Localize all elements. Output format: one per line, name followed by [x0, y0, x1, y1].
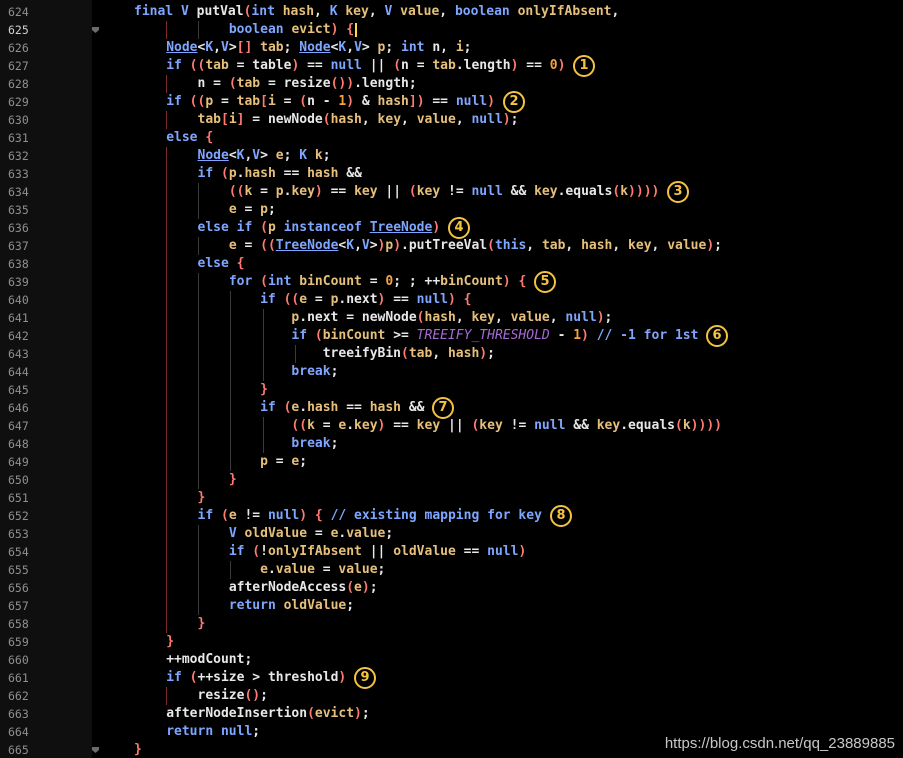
- line-number: 634: [8, 185, 29, 199]
- line-number-gutter: 624 625 626 627 628 629 630 631 632 633 634 635 636 6…: [0, 0, 99, 758]
- code-line[interactable]: resize();: [166, 687, 268, 705]
- line-number: 637: [8, 239, 29, 253]
- code-line[interactable]: if (binCount >= TREEIFY_THRESHOLD - 1) /…: [166, 327, 698, 345]
- line-number: 625: [8, 23, 29, 37]
- line-number: 633: [8, 167, 29, 181]
- code-line[interactable]: }: [166, 615, 206, 633]
- annotation-marker-7: 7: [432, 397, 454, 419]
- code-line[interactable]: treeifyBin(tab, hash);: [166, 345, 495, 363]
- line-number: 631: [8, 131, 29, 145]
- line-number: 663: [8, 707, 29, 721]
- code-line[interactable]: if (!onlyIfAbsent || oldValue == null): [166, 543, 526, 561]
- line-number: 624: [8, 5, 29, 19]
- annotation-marker-6: 6: [706, 325, 728, 347]
- code-line[interactable]: Node<K,V>[] tab; Node<K,V> p; int n, i;: [166, 39, 471, 57]
- line-number: 664: [8, 725, 29, 739]
- line-number: 665: [8, 743, 29, 757]
- fold-toggle-icon[interactable]: [92, 27, 99, 33]
- annotation-marker-4: 4: [448, 217, 470, 239]
- code-line[interactable]: p.next = newNode(hash, key, value, null)…: [166, 309, 612, 327]
- code-line[interactable]: }: [166, 489, 206, 507]
- line-number: 632: [8, 149, 29, 163]
- code-line[interactable]: e.value = value;: [166, 561, 385, 579]
- code-line[interactable]: }: [166, 471, 237, 489]
- code-line[interactable]: e = ((TreeNode<K,V>)p).putTreeVal(this, …: [166, 237, 722, 255]
- code-line[interactable]: afterNodeAccess(e);: [166, 579, 378, 597]
- code-line[interactable]: n = (tab = resize()).length;: [166, 75, 417, 93]
- line-number: 644: [8, 365, 29, 379]
- code-line[interactable]: tab[i] = newNode(hash, key, value, null)…: [166, 111, 519, 129]
- line-number: 630: [8, 113, 29, 127]
- code-line[interactable]: if ((e = p.next) == null) {: [166, 291, 471, 309]
- code-line[interactable]: if (e.hash == hash &&: [166, 399, 424, 417]
- code-line[interactable]: V oldValue = e.value;: [166, 525, 393, 543]
- code-line[interactable]: if (++size > threshold): [166, 669, 346, 687]
- line-number: 656: [8, 581, 29, 595]
- code-line[interactable]: else {: [166, 129, 213, 147]
- code-line[interactable]: }: [166, 381, 268, 399]
- code-line[interactable]: ((k = p.key) == key || (key != null && k…: [166, 183, 660, 201]
- code-line[interactable]: return null;: [166, 723, 260, 741]
- line-number: 659: [8, 635, 29, 649]
- code-line[interactable]: }: [166, 633, 174, 651]
- annotation-marker-2: 2: [503, 91, 525, 113]
- line-number: 645: [8, 383, 29, 397]
- code-editor[interactable]: 624 625 626 627 628 629 630 631 632 633 634 635 636 6…: [0, 0, 903, 758]
- code-line[interactable]: p = e;: [166, 453, 307, 471]
- line-number: 662: [8, 689, 29, 703]
- line-number: 658: [8, 617, 29, 631]
- code-line[interactable]: for (int binCount = 0; ; ++binCount) {: [166, 273, 526, 291]
- line-number: 639: [8, 275, 29, 289]
- code-line[interactable]: final V putVal(int hash, K key, V value,…: [134, 3, 619, 21]
- annotation-marker-3: 3: [667, 181, 689, 203]
- line-number: 641: [8, 311, 29, 325]
- code-line[interactable]: if ((p = tab[i = (n - 1) & hash]) == nul…: [166, 93, 495, 111]
- code-line[interactable]: break;: [166, 363, 338, 381]
- line-number: 653: [8, 527, 29, 541]
- line-number: 657: [8, 599, 29, 613]
- annotation-marker-8: 8: [550, 505, 572, 527]
- code-line[interactable]: if (p.hash == hash &&: [166, 165, 362, 183]
- line-number: 660: [8, 653, 29, 667]
- annotation-marker-1: 1: [573, 55, 595, 77]
- code-line[interactable]: }: [134, 741, 142, 758]
- annotation-marker-5: 5: [534, 271, 556, 293]
- code-line[interactable]: ++modCount;: [166, 651, 252, 669]
- line-number: 650: [8, 473, 29, 487]
- line-number: 648: [8, 437, 29, 451]
- code-line[interactable]: ((k = e.key) == key || (key != null && k…: [166, 417, 722, 435]
- line-number: 627: [8, 59, 29, 73]
- line-number: 661: [8, 671, 29, 685]
- code-line[interactable]: afterNodeInsertion(evict);: [166, 705, 370, 723]
- line-number: 636: [8, 221, 29, 235]
- line-number: 652: [8, 509, 29, 523]
- line-number: 651: [8, 491, 29, 505]
- code-line[interactable]: else if (p instanceof TreeNode): [166, 219, 441, 237]
- code-line[interactable]: Node<K,V> e; K k;: [166, 147, 331, 165]
- line-number: 642: [8, 329, 29, 343]
- code-line[interactable]: if (e != null) { // existing mapping for…: [166, 507, 542, 525]
- line-number: 628: [8, 77, 29, 91]
- line-number: 649: [8, 455, 29, 469]
- fold-toggle-icon[interactable]: [92, 747, 99, 753]
- code-line[interactable]: else {: [166, 255, 245, 273]
- code-line[interactable]: return oldValue;: [166, 597, 354, 615]
- code-line[interactable]: e = p;: [166, 201, 276, 219]
- annotation-marker-9: 9: [354, 667, 376, 689]
- line-number: 640: [8, 293, 29, 307]
- text-cursor: [355, 22, 358, 37]
- line-number: 646: [8, 401, 29, 415]
- line-number: 635: [8, 203, 29, 217]
- code-line[interactable]: if ((tab = table) == null || (n = tab.le…: [166, 57, 565, 75]
- line-number: 626: [8, 41, 29, 55]
- line-number: 655: [8, 563, 29, 577]
- line-number: 638: [8, 257, 29, 271]
- code-line[interactable]: break;: [166, 435, 338, 453]
- line-number: 647: [8, 419, 29, 433]
- watermark: https://blog.csdn.net/qq_23889885: [664, 735, 895, 752]
- line-number: 654: [8, 545, 29, 559]
- line-number: 629: [8, 95, 29, 109]
- line-number: 643: [8, 347, 29, 361]
- code-line[interactable]: boolean evict) {: [166, 21, 358, 39]
